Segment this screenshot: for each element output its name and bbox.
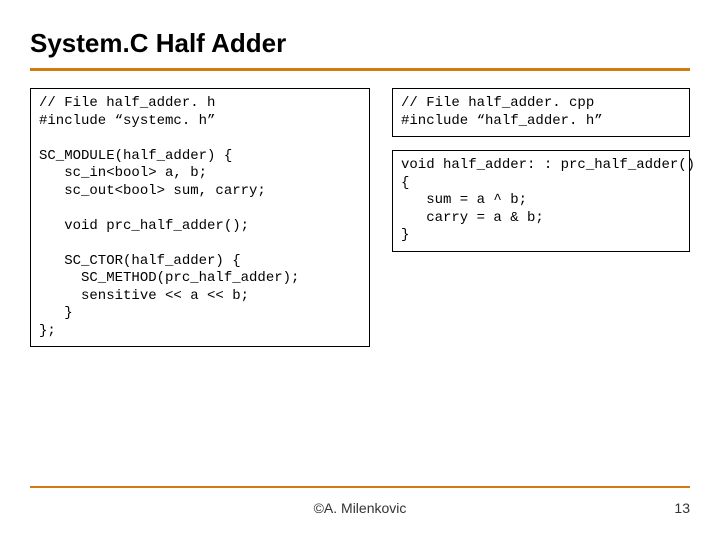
footer-author: ©A. Milenkovic xyxy=(0,500,720,516)
footer-page-number: 13 xyxy=(674,500,690,516)
title-underline xyxy=(30,68,690,71)
slide: System.C Half Adder // File half_adder. … xyxy=(0,0,720,540)
code-block-header-file: // File half_adder. h #include “systemc.… xyxy=(30,88,370,347)
footer-divider xyxy=(30,486,690,488)
slide-title: System.C Half Adder xyxy=(30,28,286,59)
code-block-cpp-body: void half_adder: : prc_half_adder() { su… xyxy=(392,150,690,252)
code-block-cpp-include: // File half_adder. cpp #include “half_a… xyxy=(392,88,690,137)
